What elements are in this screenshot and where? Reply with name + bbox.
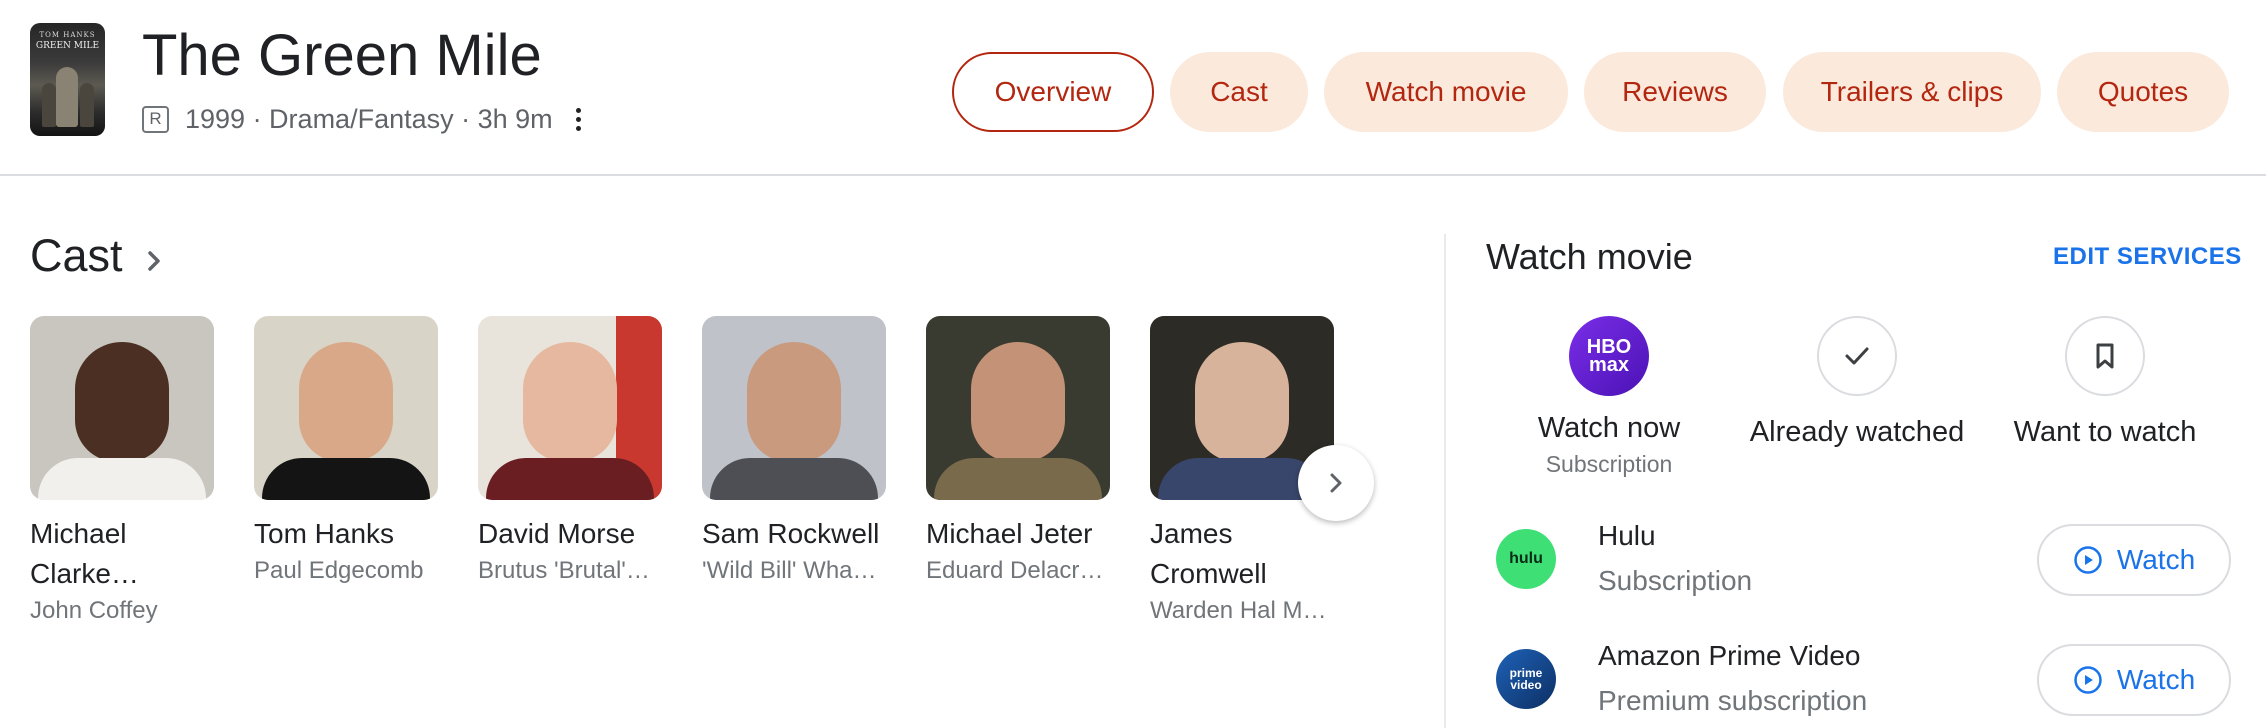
- page-title: The Green Mile: [142, 23, 542, 88]
- edit-services-link[interactable]: EDIT SERVICES: [2053, 243, 2242, 271]
- hulu-logo: hulu: [1496, 529, 1556, 589]
- tab-reviews[interactable]: Reviews: [1584, 52, 1766, 132]
- movie-meta-text: 1999 · Drama/Fantasy · 3h 9m: [185, 103, 553, 134]
- want-to-watch-label: Want to watch: [2013, 416, 2197, 448]
- cast-name: James Cromwell: [1150, 518, 1267, 589]
- cast-photo: [702, 316, 886, 500]
- bookmark-icon: [2065, 316, 2145, 396]
- already-watched-label: Already watched: [1749, 416, 1965, 448]
- watch-now-option[interactable]: HBO max Watch now Subscription: [1489, 316, 1729, 478]
- provider-name: Hulu: [1598, 520, 1656, 551]
- cast-card[interactable]: David Morse Brutus 'Brutal'…: [478, 316, 662, 588]
- cast-name: David Morse: [478, 518, 636, 549]
- cast-name: Michael Clarke…: [30, 518, 139, 589]
- poster-actor-text: TOM HANKS: [39, 31, 96, 39]
- poster-title-text: GREEN MILE: [35, 41, 100, 51]
- tab-overview[interactable]: Overview: [952, 52, 1154, 132]
- hulu-logo-text: hulu: [1509, 550, 1543, 567]
- cast-name: Tom Hanks: [254, 518, 395, 549]
- cast-role: Paul Edgecomb: [254, 557, 424, 584]
- watch-now-sub: Subscription: [1545, 451, 1673, 477]
- tab-watch-movie[interactable]: Watch movie: [1324, 52, 1568, 132]
- play-circle-icon: [2074, 666, 2102, 694]
- cast-role: Warden Hal M…: [1150, 597, 1327, 624]
- cast-photo: [478, 316, 662, 500]
- hbo-max-logo-text: HBO max: [1586, 336, 1632, 376]
- hulu-watch-button[interactable]: Watch: [2037, 524, 2231, 596]
- cast-next-button[interactable]: [1298, 445, 1374, 521]
- play-circle-icon: [2074, 546, 2102, 574]
- chevron-right-icon[interactable]: [139, 246, 169, 276]
- cast-role: 'Wild Bill' Wha…: [702, 557, 877, 584]
- cast-heading[interactable]: Cast: [30, 230, 123, 282]
- provider-name: Amazon Prime Video: [1598, 640, 1861, 671]
- chevron-right-icon: [1330, 473, 1342, 493]
- cast-card[interactable]: Tom Hanks Paul Edgecomb: [254, 316, 438, 588]
- tab-quotes[interactable]: Quotes: [2057, 52, 2229, 132]
- header: TOM HANKS GREEN MILE The Green Mile R 19…: [0, 0, 2266, 176]
- tab-trailers-clips[interactable]: Trailers & clips: [1783, 52, 2041, 132]
- watch-movie-heading: Watch movie: [1486, 236, 1693, 277]
- want-to-watch-option[interactable]: Want to watch: [1985, 316, 2225, 449]
- cast-role: Brutus 'Brutal'…: [478, 557, 650, 584]
- cast-name: Michael Jeter: [926, 518, 1093, 549]
- movie-poster[interactable]: TOM HANKS GREEN MILE: [30, 23, 105, 136]
- cast-photo: [30, 316, 214, 500]
- rating-badge: R: [142, 105, 169, 133]
- prime-video-logo: prime video: [1496, 649, 1556, 709]
- movie-meta: R 1999 · Drama/Fantasy · 3h 9m: [142, 101, 585, 137]
- cast-photo: [926, 316, 1110, 500]
- watch-button-label: Watch: [2116, 544, 2196, 575]
- cast-role: John Coffey: [30, 597, 158, 624]
- cast-card[interactable]: Michael Clarke… John Coffey: [30, 316, 214, 628]
- cast-card[interactable]: Sam Rockwell 'Wild Bill' Wha…: [702, 316, 886, 588]
- already-watched-option[interactable]: Already watched: [1737, 316, 1977, 449]
- tab-cast[interactable]: Cast: [1170, 52, 1308, 132]
- prime-watch-button[interactable]: Watch: [2037, 644, 2231, 716]
- checkmark-icon: [1817, 316, 1897, 396]
- cast-photo: [254, 316, 438, 500]
- cast-role: Eduard Delacroix: [926, 557, 1110, 584]
- hbo-max-logo: HBO max: [1569, 316, 1649, 396]
- more-vert-icon[interactable]: [573, 104, 585, 134]
- prime-video-logo-text: prime video: [1509, 666, 1543, 692]
- cast-card[interactable]: Michael Jeter Eduard Delacroix: [926, 316, 1110, 588]
- provider-subscription: Subscription: [1598, 565, 1753, 596]
- watch-now-label: Watch now: [1537, 412, 1681, 444]
- provider-subscription: Premium subscription: [1598, 685, 1868, 716]
- watch-button-label: Watch: [2116, 664, 2196, 695]
- section-divider: [1444, 234, 1446, 728]
- cast-name: Sam Rockwell: [702, 518, 880, 549]
